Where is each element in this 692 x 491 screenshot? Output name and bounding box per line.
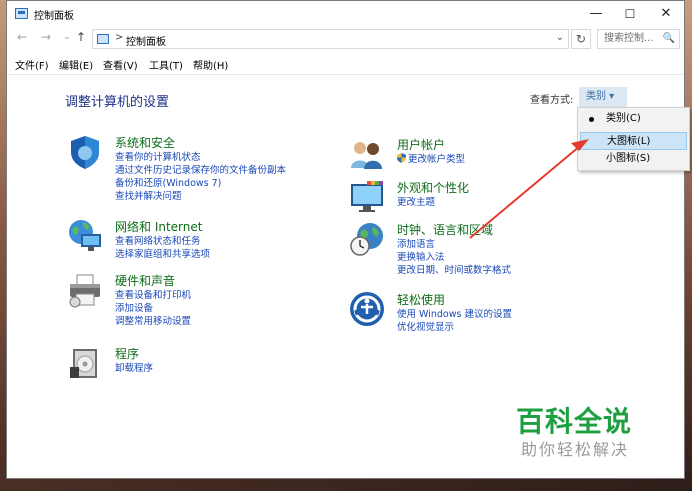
watermark-title: 百科全说 bbox=[516, 405, 633, 438]
watermark-subtitle: 助你轻松解决 bbox=[521, 440, 630, 459]
